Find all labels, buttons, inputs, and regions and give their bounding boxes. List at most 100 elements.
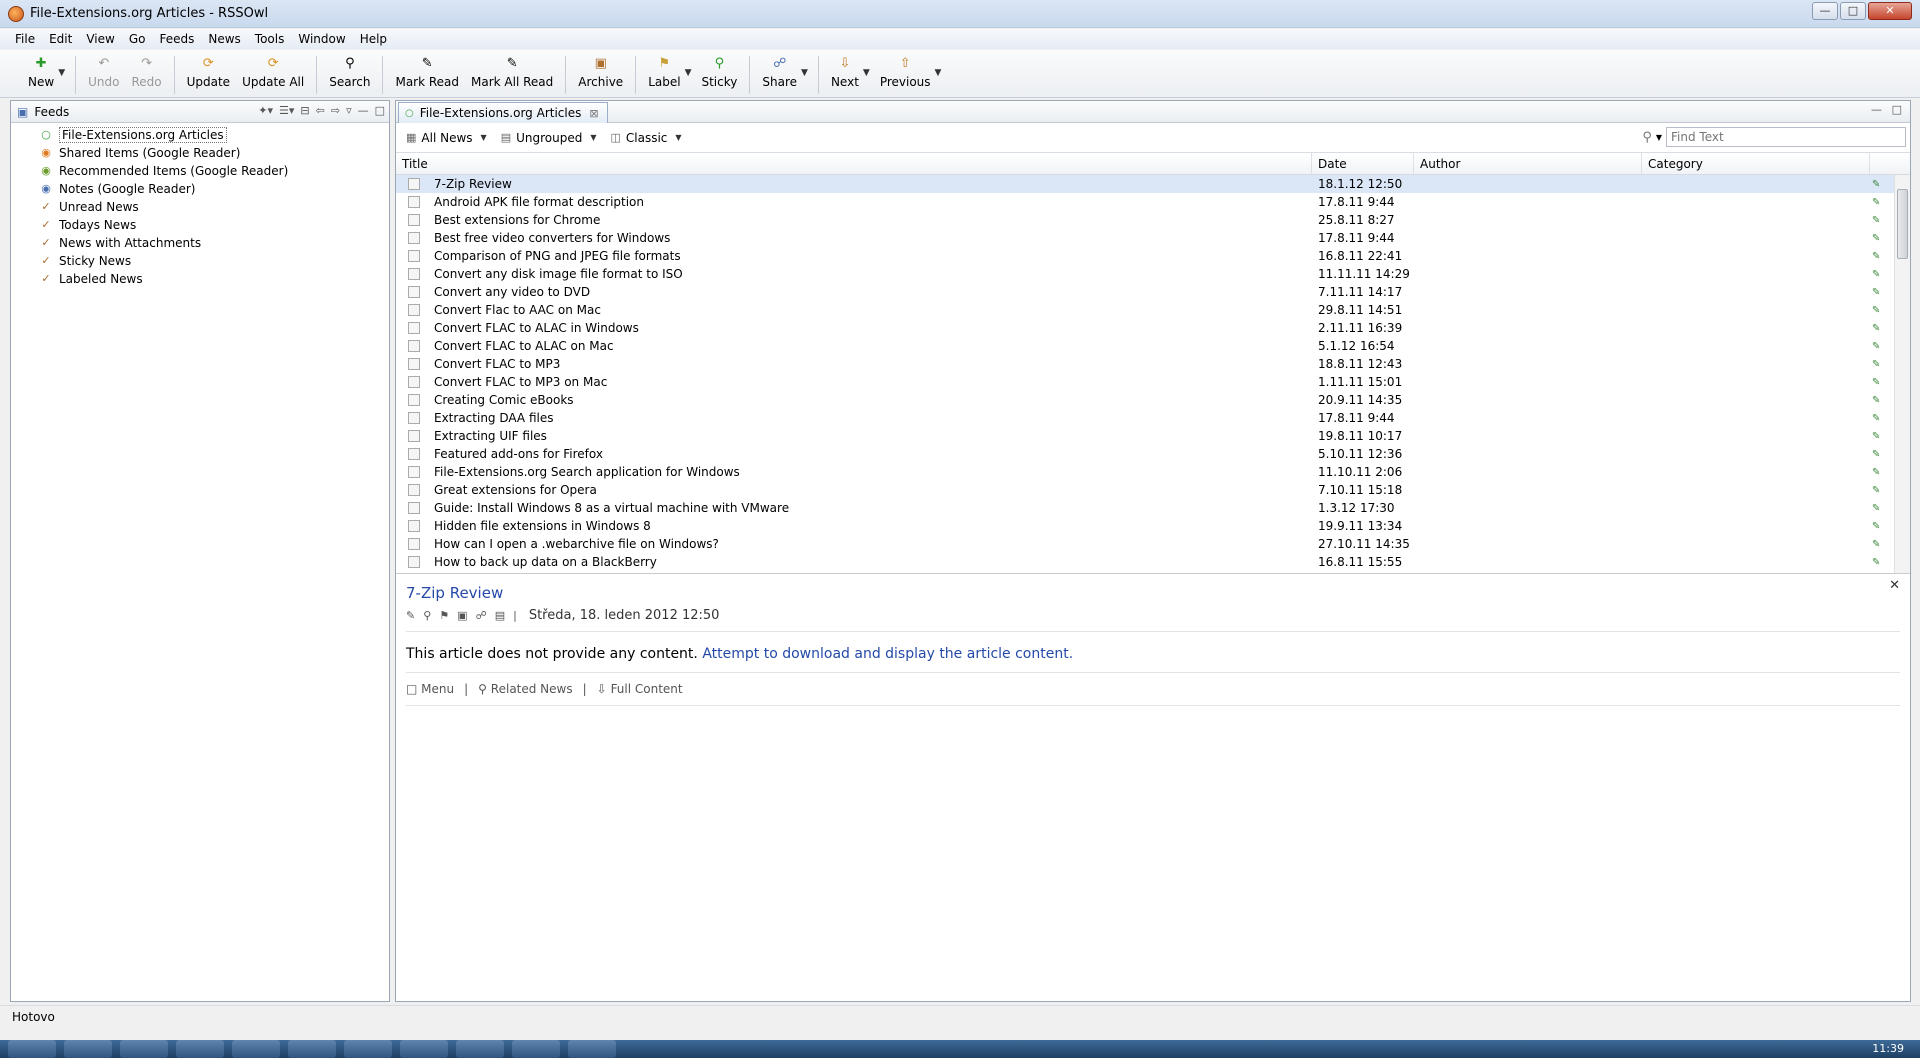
table-scrollbar[interactable]: [1894, 175, 1910, 573]
sticky-toggle-icon[interactable]: ✎: [1872, 539, 1892, 550]
menu-help[interactable]: Help: [353, 32, 394, 46]
forward-icon[interactable]: ⇨: [331, 104, 340, 117]
menu-news[interactable]: News: [201, 32, 247, 46]
column-author[interactable]: Author: [1414, 153, 1642, 174]
table-row[interactable]: Great extensions for Opera 7.10.11 15:18 ✎: [396, 481, 1910, 499]
sticky-toggle-icon[interactable]: ✎: [1872, 431, 1892, 442]
sticky-toggle-icon[interactable]: ✎: [1872, 377, 1892, 388]
sticky-toggle-icon[interactable]: ✎: [1872, 521, 1892, 532]
article-title[interactable]: 7-Zip Review: [406, 584, 1900, 602]
menu-view[interactable]: View: [79, 32, 121, 46]
update-all-button[interactable]: ⟳ Update All: [236, 56, 310, 89]
sticky-toggle-icon[interactable]: ✎: [1872, 503, 1892, 514]
table-row[interactable]: File-Extensions.org Search application f…: [396, 463, 1910, 481]
taskbar-app[interactable]: [176, 1040, 224, 1058]
menu-go[interactable]: Go: [122, 32, 153, 46]
column-date[interactable]: Date: [1312, 153, 1414, 174]
previous-dropdown-icon[interactable]: ▼: [935, 68, 942, 78]
start-button[interactable]: [8, 1040, 56, 1058]
saved-search-item[interactable]: ✓ Unread News: [39, 198, 389, 216]
feed-item[interactable]: ◉ Shared Items (Google Reader): [39, 144, 389, 162]
related-news-link[interactable]: ⚲ Related News: [478, 682, 572, 696]
filter-feeds-icon[interactable]: ☰▾: [279, 104, 294, 117]
collapse-all-icon[interactable]: ⊟: [300, 104, 309, 117]
saved-search-item[interactable]: ✓ Labeled News: [39, 270, 389, 288]
table-row[interactable]: Extracting UIF files 19.8.11 10:17 ✎: [396, 427, 1910, 445]
table-row[interactable]: 7-Zip Review 18.1.12 12:50 ✎: [396, 175, 1910, 193]
full-content-link[interactable]: ⇩ Full Content: [597, 682, 683, 696]
close-tab-icon[interactable]: ⊠: [589, 107, 598, 120]
news-filter-dropdown[interactable]: ▦ All News ▼: [406, 131, 487, 145]
share-dropdown-icon[interactable]: ▼: [801, 68, 808, 78]
table-row[interactable]: Guide: Install Windows 8 as a virtual ma…: [396, 499, 1910, 517]
taskbar-app[interactable]: [400, 1040, 448, 1058]
feed-item[interactable]: ◉ Recommended Items (Google Reader): [39, 162, 389, 180]
tab-file-extensions[interactable]: ○ File-Extensions.org Articles ⊠: [398, 102, 608, 123]
taskbar-app[interactable]: [512, 1040, 560, 1058]
taskbar-app[interactable]: [344, 1040, 392, 1058]
sticky-toggle-icon[interactable]: ✎: [1872, 341, 1892, 352]
undo-button[interactable]: ↶ Undo: [82, 56, 125, 89]
table-row[interactable]: Android APK file format description 17.8.…: [396, 193, 1910, 211]
sticky-toggle-icon[interactable]: ✎: [1872, 449, 1892, 460]
find-text-input[interactable]: [1666, 127, 1906, 147]
column-title[interactable]: Title: [396, 153, 1312, 174]
archive-button[interactable]: ▣ Archive: [572, 56, 629, 89]
table-row[interactable]: Extracting DAA files 17.8.11 9:44 ✎: [396, 409, 1910, 427]
sticky-toggle-icon[interactable]: ✎: [1872, 305, 1892, 316]
maximize-editor-icon[interactable]: □: [1892, 103, 1902, 116]
label-icon[interactable]: ⚑: [439, 609, 449, 622]
minimize-button[interactable]: —: [1812, 2, 1838, 20]
taskbar-app[interactable]: [120, 1040, 168, 1058]
search-button[interactable]: ⚲ Search: [323, 56, 376, 89]
sticky-button[interactable]: ⚲ Sticky: [695, 56, 743, 89]
table-row[interactable]: How can I open a .webarchive file on Win…: [396, 535, 1910, 553]
table-row[interactable]: Best free video converters for Windows 17…: [396, 229, 1910, 247]
maximize-pane-icon[interactable]: □: [375, 104, 385, 117]
maximize-button[interactable]: □: [1840, 2, 1866, 20]
menu-window[interactable]: Window: [291, 32, 352, 46]
sticky-toggle-icon[interactable]: ✎: [1872, 215, 1892, 226]
saved-search-item[interactable]: ✓ Sticky News: [39, 252, 389, 270]
search-options-icon[interactable]: ▼: [1656, 133, 1662, 142]
redo-button[interactable]: ↷ Redo: [125, 56, 167, 89]
minimize-pane-icon[interactable]: —: [358, 104, 369, 117]
new-button[interactable]: ✚ New: [22, 56, 60, 89]
saved-search-item[interactable]: ✓ Todays News: [39, 216, 389, 234]
sticky-toggle-icon[interactable]: ✎: [1872, 359, 1892, 370]
minimize-editor-icon[interactable]: —: [1871, 103, 1882, 116]
sticky-toggle-icon[interactable]: ✎: [1872, 251, 1892, 262]
taskbar-app[interactable]: [232, 1040, 280, 1058]
share-button[interactable]: ☍ Share: [756, 56, 803, 89]
mark-read-button[interactable]: ✎ Mark Read: [389, 56, 465, 89]
label-button[interactable]: ⚑ Label: [642, 56, 686, 89]
feed-item[interactable]: ◉ Notes (Google Reader): [39, 180, 389, 198]
label-dropdown-icon[interactable]: ▼: [685, 68, 692, 78]
sticky-toggle-icon[interactable]: ✎: [1872, 179, 1892, 190]
taskbar-app[interactable]: [568, 1040, 616, 1058]
next-button[interactable]: ⇩ Next: [825, 56, 865, 89]
sticky-toggle-icon[interactable]: ✎: [1872, 233, 1892, 244]
table-row[interactable]: Creating Comic eBooks 20.9.11 14:35 ✎: [396, 391, 1910, 409]
saved-search-item[interactable]: ✓ News with Attachments: [39, 234, 389, 252]
table-row[interactable]: Convert FLAC to MP3 on Mac 1.11.11 15:01 ✎: [396, 373, 1910, 391]
attachment-icon[interactable]: ▤: [495, 609, 505, 622]
sticky-toggle-icon[interactable]: ✎: [1872, 197, 1892, 208]
view-menu-icon[interactable]: ▿: [346, 104, 352, 117]
table-row[interactable]: Featured add-ons for Firefox 5.10.11 12:3…: [396, 445, 1910, 463]
close-preview-icon[interactable]: ✕: [1889, 578, 1900, 593]
layout-dropdown[interactable]: ◫ Classic ▼: [611, 131, 682, 145]
sticky-toggle-icon[interactable]: ✎: [1872, 467, 1892, 478]
link-feeds-icon[interactable]: ✦▾: [258, 104, 273, 117]
table-row[interactable]: Best extensions for Chrome 25.8.11 8:27 ✎: [396, 211, 1910, 229]
next-dropdown-icon[interactable]: ▼: [863, 68, 870, 78]
close-window-button[interactable]: ✕: [1868, 2, 1912, 20]
menu-link[interactable]: □ Menu: [406, 682, 454, 696]
menu-file[interactable]: File: [8, 32, 42, 46]
grouping-dropdown[interactable]: ▤ Ungrouped ▼: [501, 131, 597, 145]
table-row[interactable]: Convert any disk image file format to IS…: [396, 265, 1910, 283]
previous-button[interactable]: ⇧ Previous: [874, 56, 937, 89]
taskbar-app[interactable]: [64, 1040, 112, 1058]
archive-icon[interactable]: ▣: [457, 609, 467, 622]
mark-read-icon[interactable]: ✎: [406, 609, 415, 622]
